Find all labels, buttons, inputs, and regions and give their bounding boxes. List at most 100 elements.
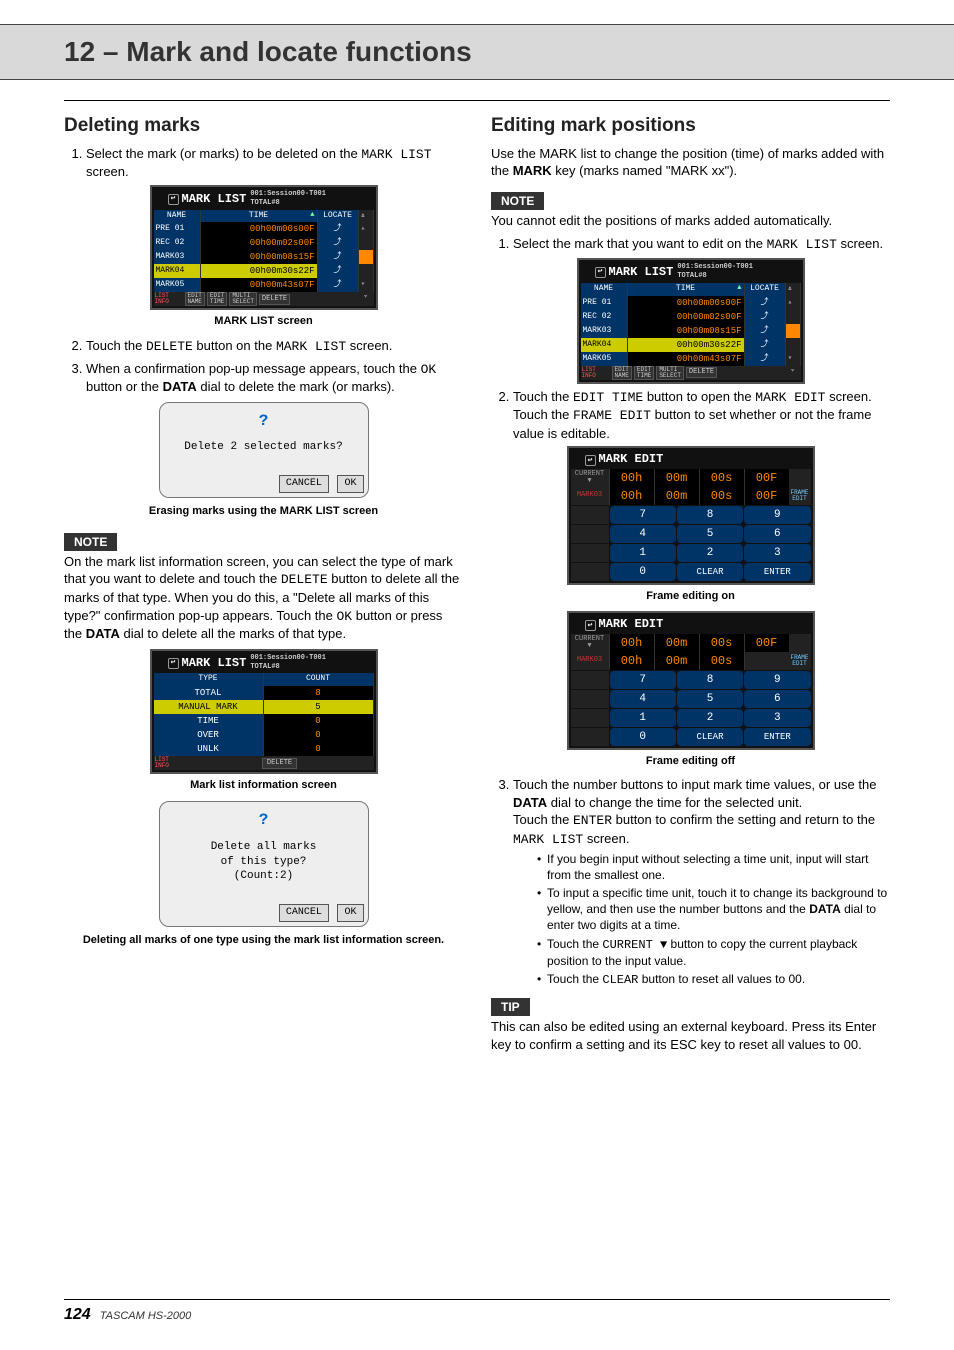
keypad-6[interactable]: 6: [744, 525, 810, 543]
mark-time[interactable]: 00h00m08s15F: [201, 250, 318, 264]
mark-time[interactable]: 00h00m00s00F: [628, 296, 745, 310]
keypad-1[interactable]: 1: [610, 709, 676, 727]
type-cell[interactable]: MANUAL MARK: [154, 700, 264, 714]
mark-row[interactable]: REC 0200h00m02s00F⤴: [154, 236, 374, 250]
mark-time[interactable]: 00h00m02s00F: [628, 310, 745, 324]
mark-time[interactable]: 00h00m00s00F: [201, 222, 318, 236]
keypad-3[interactable]: 3: [744, 709, 810, 727]
keypad-2[interactable]: 2: [677, 544, 743, 562]
scrollbar-segment[interactable]: [786, 338, 801, 352]
keypad-8[interactable]: 8: [677, 671, 743, 689]
mark-row[interactable]: MARK0400h00m30s22F⤴: [154, 264, 374, 278]
mark-row[interactable]: PRE 0100h00m00s00F⤴▴: [154, 222, 374, 236]
edit-name-button[interactable]: EDIT NAME: [612, 366, 632, 380]
keypad-0[interactable]: 0: [610, 728, 676, 746]
mark-name[interactable]: MARK04: [154, 264, 201, 278]
locate-icon[interactable]: ⤴: [745, 338, 786, 352]
multi-select-button[interactable]: MULTI SELECT: [656, 366, 684, 380]
mark-row[interactable]: MARK0400h00m30s22F⤴: [581, 338, 801, 352]
mark-name[interactable]: PRE 01: [154, 222, 201, 236]
mark-name[interactable]: REC 02: [581, 310, 628, 324]
scrollbar-segment[interactable]: ▴: [359, 222, 374, 236]
locate-icon[interactable]: ⤴: [745, 324, 786, 338]
mark-row[interactable]: PRE 0100h00m00s00F⤴▴: [581, 296, 801, 310]
delete-button[interactable]: DELETE: [686, 367, 717, 378]
mark-row[interactable]: MARK0500h00m43s07F⤴▾: [581, 352, 801, 366]
col-count[interactable]: COUNT: [264, 673, 374, 686]
col-time[interactable]: TIME▲: [201, 210, 318, 223]
type-cell[interactable]: UNLK: [154, 742, 264, 756]
edit-name-button[interactable]: EDIT NAME: [185, 292, 205, 306]
info-row[interactable]: TOTAL8: [154, 686, 374, 700]
keypad-clear[interactable]: CLEAR: [677, 728, 743, 746]
keypad-5[interactable]: 5: [677, 525, 743, 543]
scroll-top-cap[interactable]: ▵: [786, 283, 801, 296]
back-icon[interactable]: ↩: [168, 658, 179, 669]
keypad-0[interactable]: 0: [610, 563, 676, 581]
mark-row[interactable]: REC 0200h00m02s00F⤴: [581, 310, 801, 324]
mark-row[interactable]: MARK0500h00m43s07F⤴▾: [154, 278, 374, 292]
mark-name[interactable]: MARK05: [154, 278, 201, 292]
back-icon[interactable]: ↩: [595, 267, 606, 278]
edit-time-button[interactable]: EDIT TIME: [634, 366, 654, 380]
hours-cell[interactable]: 00h: [609, 652, 654, 670]
scroll-bottom-cap[interactable]: ▿: [791, 367, 801, 379]
type-cell[interactable]: OVER: [154, 728, 264, 742]
scrollbar-segment[interactable]: [786, 324, 801, 338]
scrollbar-segment[interactable]: [786, 310, 801, 324]
edit-time-button[interactable]: EDIT TIME: [207, 292, 227, 306]
mark-time[interactable]: 00h00m08s15F: [628, 324, 745, 338]
cancel-button[interactable]: CANCEL: [279, 904, 329, 922]
scrollbar-segment[interactable]: ▴: [786, 296, 801, 310]
keypad-5[interactable]: 5: [677, 690, 743, 708]
locate-icon[interactable]: ⤴: [745, 352, 786, 366]
ok-button[interactable]: OK: [337, 475, 363, 493]
list-info-button[interactable]: LIST INFO: [581, 366, 611, 380]
keypad-4[interactable]: 4: [610, 690, 676, 708]
mark-name[interactable]: PRE 01: [581, 296, 628, 310]
back-icon[interactable]: ↩: [585, 620, 596, 631]
type-cell[interactable]: TOTAL: [154, 686, 264, 700]
mark-time[interactable]: 00h00m43s07F: [628, 352, 745, 366]
keypad-2[interactable]: 2: [677, 709, 743, 727]
keypad-7[interactable]: 7: [610, 671, 676, 689]
seconds-cell[interactable]: 00s: [699, 487, 744, 505]
locate-icon[interactable]: ⤴: [318, 250, 359, 264]
keypad-4[interactable]: 4: [610, 525, 676, 543]
mark-time[interactable]: 00h00m30s22F: [201, 264, 318, 278]
keypad-1[interactable]: 1: [610, 544, 676, 562]
frame-edit-button[interactable]: FRAME EDIT: [789, 487, 811, 505]
keypad-clear[interactable]: CLEAR: [677, 563, 743, 581]
mark-time[interactable]: 00h00m43s07F: [201, 278, 318, 292]
scroll-top-cap[interactable]: ▵: [359, 210, 374, 223]
delete-button[interactable]: DELETE: [262, 758, 297, 769]
col-type[interactable]: TYPE: [154, 673, 264, 686]
delete-button[interactable]: DELETE: [259, 294, 290, 305]
scrollbar-segment[interactable]: [359, 264, 374, 278]
locate-icon[interactable]: ⤴: [318, 222, 359, 236]
current-button[interactable]: CURRENT▼: [571, 634, 609, 652]
list-info-button[interactable]: LIST INFO: [154, 292, 184, 306]
scroll-bottom-cap[interactable]: ▿: [364, 293, 374, 305]
keypad-3[interactable]: 3: [744, 544, 810, 562]
mark-name[interactable]: MARK03: [581, 324, 628, 338]
keypad-6[interactable]: 6: [744, 690, 810, 708]
minutes-cell[interactable]: 00m: [654, 652, 699, 670]
keypad-9[interactable]: 9: [744, 506, 810, 524]
info-row[interactable]: OVER0: [154, 728, 374, 742]
back-icon[interactable]: ↩: [168, 194, 179, 205]
scrollbar-segment[interactable]: [359, 236, 374, 250]
multi-select-button[interactable]: MULTI SELECT: [229, 292, 257, 306]
locate-icon[interactable]: ⤴: [745, 310, 786, 324]
frame-edit-button[interactable]: FRAME EDIT: [789, 652, 811, 670]
keypad-9[interactable]: 9: [744, 671, 810, 689]
info-row[interactable]: TIME0: [154, 714, 374, 728]
type-cell[interactable]: TIME: [154, 714, 264, 728]
scrollbar-segment[interactable]: ▾: [786, 352, 801, 366]
mark-name[interactable]: MARK05: [581, 352, 628, 366]
scrollbar-segment[interactable]: [359, 250, 374, 264]
info-row[interactable]: MANUAL MARK5: [154, 700, 374, 714]
hours-cell[interactable]: 00h: [609, 487, 654, 505]
frames-cell[interactable]: 00F: [744, 487, 789, 505]
current-button[interactable]: CURRENT▼: [571, 469, 609, 487]
